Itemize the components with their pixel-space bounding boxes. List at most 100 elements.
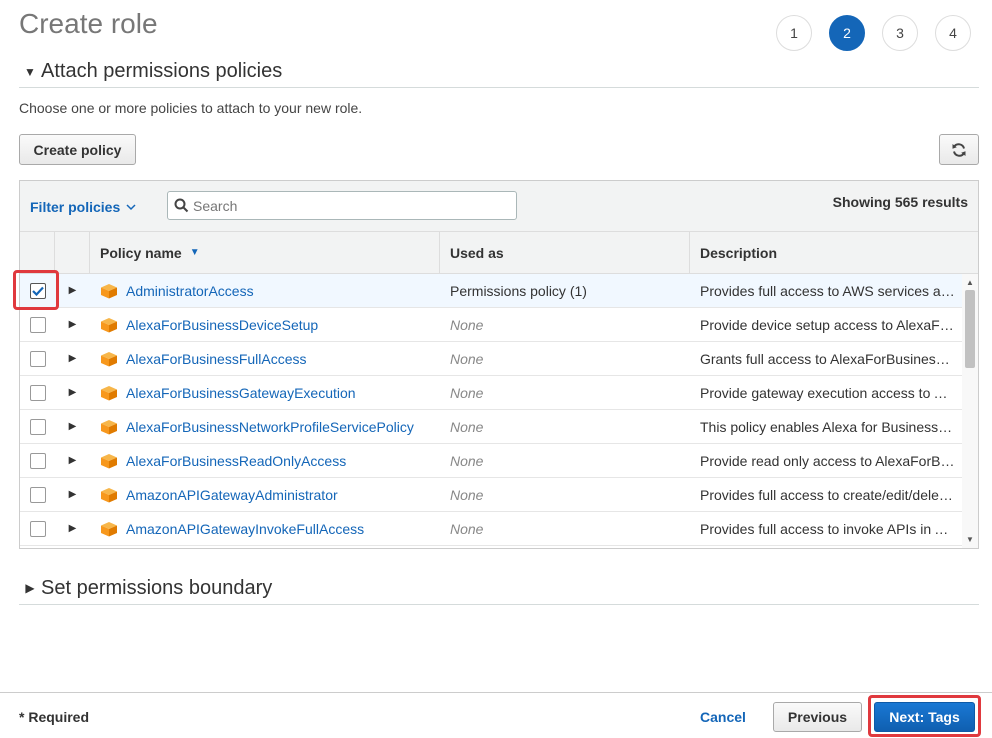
row-checkbox[interactable] <box>29 452 46 469</box>
policy-name-cell: AlexaForBusinessGatewayExecution <box>90 376 440 409</box>
policy-cube-icon <box>101 453 117 468</box>
header-used-as[interactable]: Used as <box>440 232 690 273</box>
filter-label: Filter policies <box>30 199 121 215</box>
caret-right-icon[interactable]: ▶ <box>69 387 77 398</box>
caret-right-icon: ▶ <box>25 581 35 595</box>
section-title: Attach permissions policies <box>41 60 283 82</box>
policy-name-link[interactable]: AlexaForBusinessDeviceSetup <box>126 317 318 333</box>
cancel-link[interactable]: Cancel <box>700 709 746 725</box>
policy-cube-icon <box>101 487 117 502</box>
policy-name-cell: AdministratorAccess <box>90 274 440 307</box>
policy-name-link[interactable]: AmazonAPIGatewayInvokeFullAccess <box>126 521 364 537</box>
required-note: * Required <box>19 709 90 725</box>
row-select-cell <box>20 376 55 409</box>
policy-cube-icon <box>101 419 117 434</box>
previous-button[interactable]: Previous <box>773 702 862 732</box>
search-icon <box>174 198 189 213</box>
row-checkbox[interactable] <box>29 418 46 435</box>
row-checkbox[interactable] <box>29 350 46 367</box>
header-policy-name[interactable]: Policy name ▼ <box>90 232 440 273</box>
used-as-cell: None <box>450 486 484 503</box>
refresh-button[interactable] <box>939 134 979 165</box>
row-checkbox[interactable] <box>29 520 46 537</box>
caret-right-icon[interactable]: ▶ <box>69 455 77 466</box>
section-title: Set permissions boundary <box>41 576 273 599</box>
footer-bar: * Required Cancel Previous Next: Tags <box>0 692 992 738</box>
policy-name-link[interactable]: AmazonAPIGatewayAdministrator <box>126 487 338 503</box>
sort-down-icon: ▼ <box>189 247 200 258</box>
policy-name-cell: AlexaForBusinessReadOnlyAccess <box>90 444 440 477</box>
results-count: Showing 565 results <box>832 194 968 210</box>
intro-text: Choose one or more policies to attach to… <box>19 100 363 116</box>
search-input[interactable] <box>193 197 493 214</box>
create-policy-button[interactable]: Create policy <box>19 134 136 165</box>
description-cell: Provide device setup access to AlexaForB… <box>700 317 963 333</box>
row-select-cell <box>20 478 55 511</box>
policy-cube-icon <box>101 351 117 366</box>
caret-right-icon[interactable]: ▶ <box>69 285 77 296</box>
row-checkbox[interactable] <box>29 384 46 401</box>
header-expand <box>55 232 90 273</box>
table-row[interactable]: ▶ AmazonAPIGatewayInvokeFullAccess None Pro… <box>20 512 963 546</box>
caret-right-icon[interactable]: ▶ <box>69 319 77 330</box>
row-select-cell <box>20 410 55 443</box>
table-row[interactable]: ▶ AlexaForBusinessDeviceSetup None Provide … <box>20 308 963 342</box>
table-row[interactable]: ▶ AlexaForBusinessReadOnlyAccess None Provi… <box>20 444 963 478</box>
table-row[interactable]: ▶ AlexaForBusinessNetworkProfileServicePo… <box>20 410 963 444</box>
row-expand-cell: ▶ <box>55 512 90 545</box>
header-description[interactable]: Description <box>690 232 978 273</box>
used-as-cell: None <box>450 520 484 537</box>
table-row[interactable]: ▶ AlexaForBusinessFullAccess None Grants fu… <box>20 342 963 376</box>
table-row[interactable]: ▶ AmazonAPIGatewayAdministrator None Provid… <box>20 478 963 512</box>
section-permissions-boundary[interactable]: ▶ Set permissions boundary <box>19 572 979 605</box>
policy-name-link[interactable]: AlexaForBusinessGatewayExecution <box>126 385 356 401</box>
caret-right-icon[interactable]: ▶ <box>69 421 77 432</box>
table-header: Policy name ▼ Used as Description <box>20 232 978 274</box>
policy-name-cell: AmazonAPIGatewayInvokeFullAccess <box>90 512 440 545</box>
section-attach-policies[interactable]: ▼ Attach permissions policies <box>19 56 979 88</box>
search-box[interactable] <box>167 191 517 220</box>
row-checkbox[interactable] <box>29 316 46 333</box>
step-4[interactable]: 4 <box>935 15 971 51</box>
row-expand-cell: ▶ <box>55 308 90 341</box>
policy-name-cell: AlexaForBusinessDeviceSetup <box>90 308 440 341</box>
filter-policies-dropdown[interactable]: Filter policies <box>30 199 136 215</box>
highlight-checkbox <box>13 270 59 310</box>
table-toolbar: Filter policies Showing 565 results <box>20 181 978 232</box>
policy-name-link[interactable]: AlexaForBusinessFullAccess <box>126 351 307 367</box>
caret-right-icon[interactable]: ▶ <box>69 353 77 364</box>
caret-right-icon[interactable]: ▶ <box>69 489 77 500</box>
policies-table: Filter policies Showing 565 results Poli… <box>19 180 979 549</box>
used-as-cell: None <box>450 316 484 333</box>
policy-name-link[interactable]: AlexaForBusinessReadOnlyAccess <box>126 453 346 469</box>
caret-down-icon: ▼ <box>24 64 36 79</box>
policy-name-cell: AmazonAPIGatewayAdministrator <box>90 478 440 511</box>
step-1[interactable]: 1 <box>776 15 812 51</box>
used-as-cell: None <box>450 384 484 401</box>
description-cell: Provides full access to create/edit/dele… <box>700 487 963 503</box>
table-scrollbar[interactable]: ▲ ▼ <box>962 274 978 548</box>
policy-name-cell: AlexaForBusinessNetworkProfileServicePol… <box>90 410 440 443</box>
policy-name-link[interactable]: AlexaForBusinessNetworkProfileServicePol… <box>126 419 414 435</box>
scroll-down-icon[interactable]: ▼ <box>966 535 974 544</box>
row-expand-cell: ▶ <box>55 444 90 477</box>
caret-right-icon[interactable]: ▶ <box>69 523 77 534</box>
used-as-cell: None <box>450 350 484 367</box>
scroll-up-icon[interactable]: ▲ <box>966 278 974 287</box>
policy-name-link[interactable]: AdministratorAccess <box>126 283 254 299</box>
description-cell: Grants full access to AlexaForBusiness r… <box>700 351 963 367</box>
used-as-cell: None <box>450 418 484 435</box>
policy-cube-icon <box>101 521 117 536</box>
row-select-cell <box>20 342 55 375</box>
row-checkbox[interactable] <box>29 486 46 503</box>
step-3[interactable]: 3 <box>882 15 918 51</box>
used-as-cell: Permissions policy (1) <box>450 282 587 299</box>
policy-cube-icon <box>101 317 117 332</box>
table-row[interactable]: ▶ AdministratorAccess Permissions policy (… <box>20 274 963 308</box>
description-cell: Provides full access to AWS services and… <box>700 283 963 299</box>
scrollbar-thumb[interactable] <box>965 290 975 368</box>
row-select-cell <box>20 512 55 545</box>
row-select-cell <box>20 444 55 477</box>
step-2[interactable]: 2 <box>829 15 865 51</box>
table-row[interactable]: ▶ AlexaForBusinessGatewayExecution None Pro… <box>20 376 963 410</box>
